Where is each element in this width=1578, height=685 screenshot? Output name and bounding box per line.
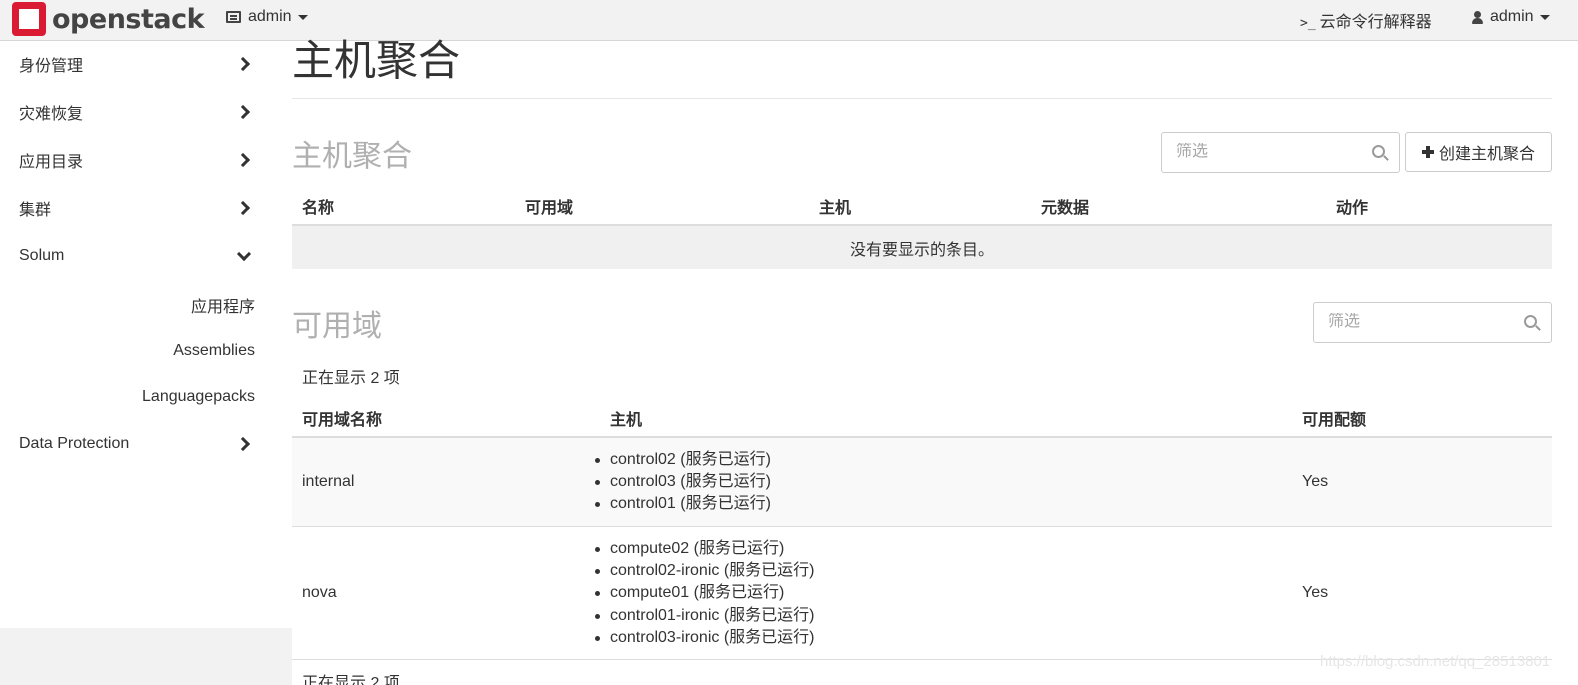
zone-name: internal xyxy=(302,473,355,490)
list-item: control03 (服务已运行) xyxy=(592,471,771,493)
caret-down-icon xyxy=(297,14,308,20)
column-header-metadata[interactable]: 元数据 xyxy=(1041,194,1089,218)
sidebar-item-identity[interactable]: 身份管理 xyxy=(0,42,276,86)
column-header-actions[interactable]: 动作 xyxy=(1336,194,1368,218)
caret-down-icon xyxy=(1539,14,1550,20)
zones-filter[interactable] xyxy=(1313,302,1552,343)
column-header-zone[interactable]: 可用域 xyxy=(525,194,573,218)
plus-icon xyxy=(1421,146,1434,158)
column-header-zone-name[interactable]: 可用域名称 xyxy=(302,406,382,430)
host-list: control02 (服务已运行) control03 (服务已运行) cont… xyxy=(592,449,771,516)
list-item: control02-ironic (服务已运行) xyxy=(592,560,815,582)
table-row: internal control02 (服务已运行) control03 (服务… xyxy=(292,438,1552,527)
empty-table-message: 没有要显示的条目。 xyxy=(292,226,1552,269)
user-dropdown[interactable]: admin xyxy=(1472,8,1550,26)
sidebar-item-label: Data Protection xyxy=(19,435,130,452)
search-icon[interactable] xyxy=(1372,145,1385,158)
sidebar-item-label: Solum xyxy=(19,247,65,264)
aggregates-filter-input[interactable] xyxy=(1176,143,1356,161)
brand[interactable]: openstack xyxy=(12,2,205,36)
column-header-name[interactable]: 名称 xyxy=(302,194,334,218)
sidebar-subitem-languagepacks[interactable]: Languagepacks xyxy=(0,377,276,417)
list-item: control01-ironic (服务已运行) xyxy=(592,605,815,627)
user-icon xyxy=(1472,10,1483,24)
zones-section-title: 可用域 xyxy=(292,310,382,343)
watermark: https://blog.csdn.net/qq_28513801 xyxy=(1320,653,1551,670)
openstack-logo-icon xyxy=(12,2,46,36)
list-item: control01 (服务已运行) xyxy=(592,493,771,515)
chevron-right-icon xyxy=(235,56,251,72)
cli-label: 云命令行解释器 xyxy=(1319,14,1432,31)
project-list-icon xyxy=(226,11,241,23)
user-name: admin xyxy=(1490,8,1534,25)
aggregates-filter[interactable] xyxy=(1161,132,1400,173)
list-item: compute01 (服务已运行) xyxy=(592,582,815,604)
search-icon[interactable] xyxy=(1524,315,1537,328)
column-header-hosts[interactable]: 主机 xyxy=(610,406,642,430)
list-item: control03-ironic (服务已运行) xyxy=(592,627,815,649)
sidebar-footer-area xyxy=(0,628,292,685)
create-aggregate-label: 创建主机聚合 xyxy=(1438,146,1535,163)
chevron-down-icon xyxy=(236,246,252,262)
list-item: compute02 (服务已运行) xyxy=(592,538,815,560)
column-header-quota[interactable]: 可用配额 xyxy=(1302,406,1366,430)
sidebar-item-disaster-recovery[interactable]: 灾难恢复 xyxy=(0,90,276,134)
sidebar: 身份管理 灾难恢复 应用目录 集群 Solum 应用程序 Assemblies … xyxy=(0,41,276,628)
column-header-hosts[interactable]: 主机 xyxy=(819,194,851,218)
create-aggregate-button[interactable]: 创建主机聚合 xyxy=(1405,132,1552,172)
cli-link[interactable]: >_ 云命令行解释器 xyxy=(1300,8,1432,32)
sidebar-item-data-protection[interactable]: Data Protection xyxy=(0,422,276,466)
items-count: 正在显示 2 项 xyxy=(302,370,400,387)
sidebar-subitem-applications[interactable]: 应用程序 xyxy=(0,285,276,325)
page-title: 主机聚合 xyxy=(292,37,461,84)
chevron-right-icon xyxy=(235,152,251,168)
sidebar-item-solum[interactable]: Solum xyxy=(0,234,276,278)
zone-quota: Yes xyxy=(1302,584,1329,601)
zone-quota: Yes xyxy=(1302,473,1329,490)
sidebar-item-label: 身份管理 xyxy=(19,58,84,75)
top-navbar: openstack admin >_ 云命令行解释器 admin xyxy=(0,0,1578,41)
sidebar-item-cluster[interactable]: 集群 xyxy=(0,186,276,230)
project-name: admin xyxy=(248,8,292,25)
chevron-right-icon xyxy=(235,104,251,120)
zones-filter-input[interactable] xyxy=(1328,313,1508,331)
sidebar-subitem-assemblies[interactable]: Assemblies xyxy=(0,331,276,371)
zone-name: nova xyxy=(302,584,337,601)
divider xyxy=(292,98,1552,99)
table-row: nova compute02 (服务已运行) control02-ironic … xyxy=(292,527,1552,660)
terminal-icon: >_ xyxy=(1300,16,1316,31)
list-item: control02 (服务已运行) xyxy=(592,449,771,471)
sidebar-item-label: 应用目录 xyxy=(19,154,84,171)
sidebar-item-label: 灾难恢复 xyxy=(19,106,84,123)
aggregates-section-title: 主机聚合 xyxy=(292,140,412,173)
sidebar-item-app-catalog[interactable]: 应用目录 xyxy=(0,138,276,182)
host-list: compute02 (服务已运行) control02-ironic (服务已运… xyxy=(592,538,815,649)
chevron-right-icon xyxy=(235,436,251,452)
items-count-footer: 正在显示 2 项 xyxy=(302,675,400,685)
brand-name: openstack xyxy=(52,3,205,35)
project-dropdown[interactable]: admin xyxy=(226,8,308,26)
chevron-right-icon xyxy=(235,200,251,216)
sidebar-item-label: 集群 xyxy=(19,202,52,219)
